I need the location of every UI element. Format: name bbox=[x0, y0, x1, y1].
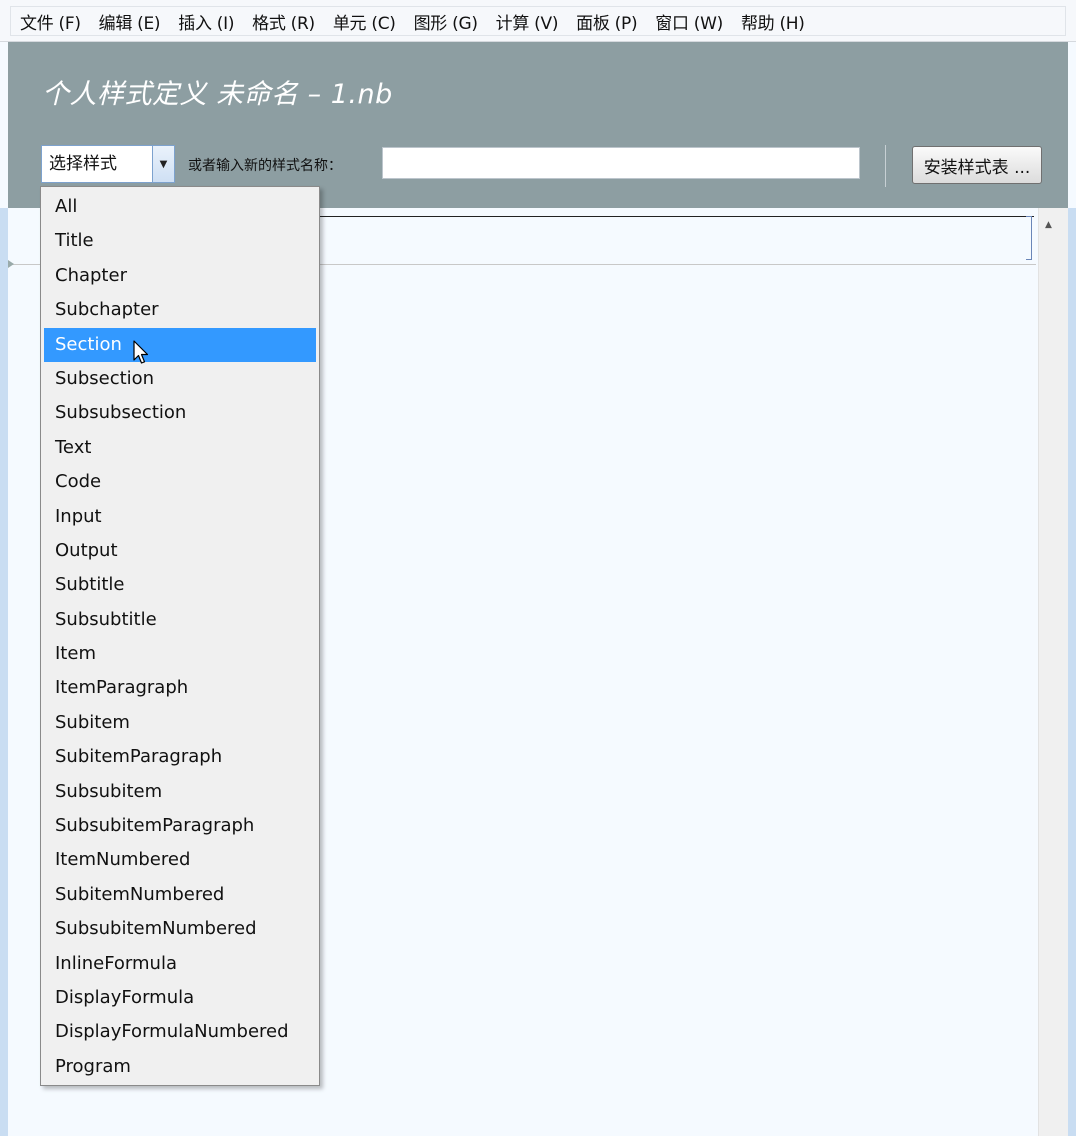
style-option-subitemnumbered[interactable]: SubitemNumbered bbox=[44, 878, 316, 912]
style-option-subsubitemparagraph[interactable]: SubsubitemParagraph bbox=[44, 809, 316, 843]
style-option-inlineformula[interactable]: InlineFormula bbox=[44, 947, 316, 981]
style-option-subsection[interactable]: Subsection bbox=[44, 362, 316, 396]
menu-graphics[interactable]: 图形 (G) bbox=[405, 9, 487, 34]
style-option-subsubsection[interactable]: Subsubsection bbox=[44, 396, 316, 430]
style-option-subitem[interactable]: Subitem bbox=[44, 706, 316, 740]
stylesheet-header: 个人样式定义 未命名 – 1.nb 选择样式 ▼ 或者输入新的样式名称： 安装样… bbox=[8, 42, 1068, 208]
cell-divider-top bbox=[320, 216, 1034, 217]
menu-bar-items: 文件 (F) 编辑 (E) 插入 (I) 格式 (R) 单元 (C) 图形 (G… bbox=[10, 6, 1066, 36]
menu-insert[interactable]: 插入 (I) bbox=[169, 9, 243, 34]
window-title: 个人样式定义 未命名 – 1.nb bbox=[42, 79, 393, 110]
style-option-subsubtitle[interactable]: Subsubtitle bbox=[44, 603, 316, 637]
cell-insertion-marker-icon bbox=[8, 260, 14, 268]
style-option-title[interactable]: Title bbox=[44, 224, 316, 258]
style-options: All Title Chapter Subchapter Section Subsecti… bbox=[44, 190, 316, 1084]
style-option-input[interactable]: Input bbox=[44, 500, 316, 534]
window-left-edge bbox=[0, 208, 8, 1136]
app-window: 文件 (F) 编辑 (E) 插入 (I) 格式 (R) 单元 (C) 图形 (G… bbox=[0, 0, 1076, 1136]
menu-bar: 文件 (F) 编辑 (E) 插入 (I) 格式 (R) 单元 (C) 图形 (G… bbox=[0, 0, 1076, 42]
style-option-program[interactable]: Program bbox=[44, 1050, 316, 1084]
dropdown-arrow-icon[interactable]: ▼ bbox=[152, 146, 174, 182]
window-right-edge bbox=[1068, 208, 1076, 1136]
style-option-subsubitem[interactable]: Subsubitem bbox=[44, 775, 316, 809]
scroll-up-arrow-icon[interactable]: ▲ bbox=[1045, 220, 1052, 230]
vertical-scrollbar[interactable]: ▲ bbox=[1038, 208, 1068, 1136]
menu-format[interactable]: 格式 (R) bbox=[243, 9, 324, 34]
style-option-itemparagraph[interactable]: ItemParagraph bbox=[44, 671, 316, 705]
menu-evaluation[interactable]: 计算 (V) bbox=[487, 9, 568, 34]
style-option-all[interactable]: All bbox=[44, 190, 316, 224]
style-option-code[interactable]: Code bbox=[44, 465, 316, 499]
style-option-chapter[interactable]: Chapter bbox=[44, 259, 316, 293]
toolbar-divider bbox=[885, 145, 886, 187]
style-option-output[interactable]: Output bbox=[44, 534, 316, 568]
style-option-displayformula[interactable]: DisplayFormula bbox=[44, 981, 316, 1015]
install-stylesheet-button[interactable]: 安装样式表 ... bbox=[912, 146, 1042, 184]
choose-style-label: 选择样式 bbox=[49, 154, 117, 174]
style-option-section[interactable]: Section bbox=[44, 327, 316, 362]
style-option-itemnumbered[interactable]: ItemNumbered bbox=[44, 843, 316, 877]
new-style-name-input[interactable] bbox=[382, 147, 860, 179]
menu-window[interactable]: 窗口 (W) bbox=[646, 9, 732, 34]
style-option-subtitle[interactable]: Subtitle bbox=[44, 568, 316, 602]
style-option-text[interactable]: Text bbox=[44, 431, 316, 465]
style-dropdown-list: All Title Chapter Subchapter Section Subsecti… bbox=[40, 186, 320, 1086]
menu-help[interactable]: 帮助 (H) bbox=[732, 9, 814, 34]
style-option-subsubitemnumbered[interactable]: SubsubitemNumbered bbox=[44, 912, 316, 946]
style-option-displayformulanumbered[interactable]: DisplayFormulaNumbered bbox=[44, 1015, 316, 1049]
menu-edit[interactable]: 编辑 (E) bbox=[90, 9, 170, 34]
menu-file[interactable]: 文件 (F) bbox=[11, 9, 90, 34]
new-style-name-label: 或者输入新的样式名称： bbox=[188, 158, 342, 174]
menu-cell[interactable]: 单元 (C) bbox=[324, 9, 405, 34]
choose-style-dropdown[interactable]: 选择样式 ▼ bbox=[41, 145, 175, 183]
mouse-pointer-icon bbox=[133, 340, 149, 364]
style-option-subitemparagraph[interactable]: SubitemParagraph bbox=[44, 740, 316, 774]
style-option-subchapter[interactable]: Subchapter bbox=[44, 293, 316, 327]
style-option-item[interactable]: Item bbox=[44, 637, 316, 671]
cell-bracket[interactable] bbox=[1026, 216, 1032, 260]
menu-palettes[interactable]: 面板 (P) bbox=[567, 9, 646, 34]
